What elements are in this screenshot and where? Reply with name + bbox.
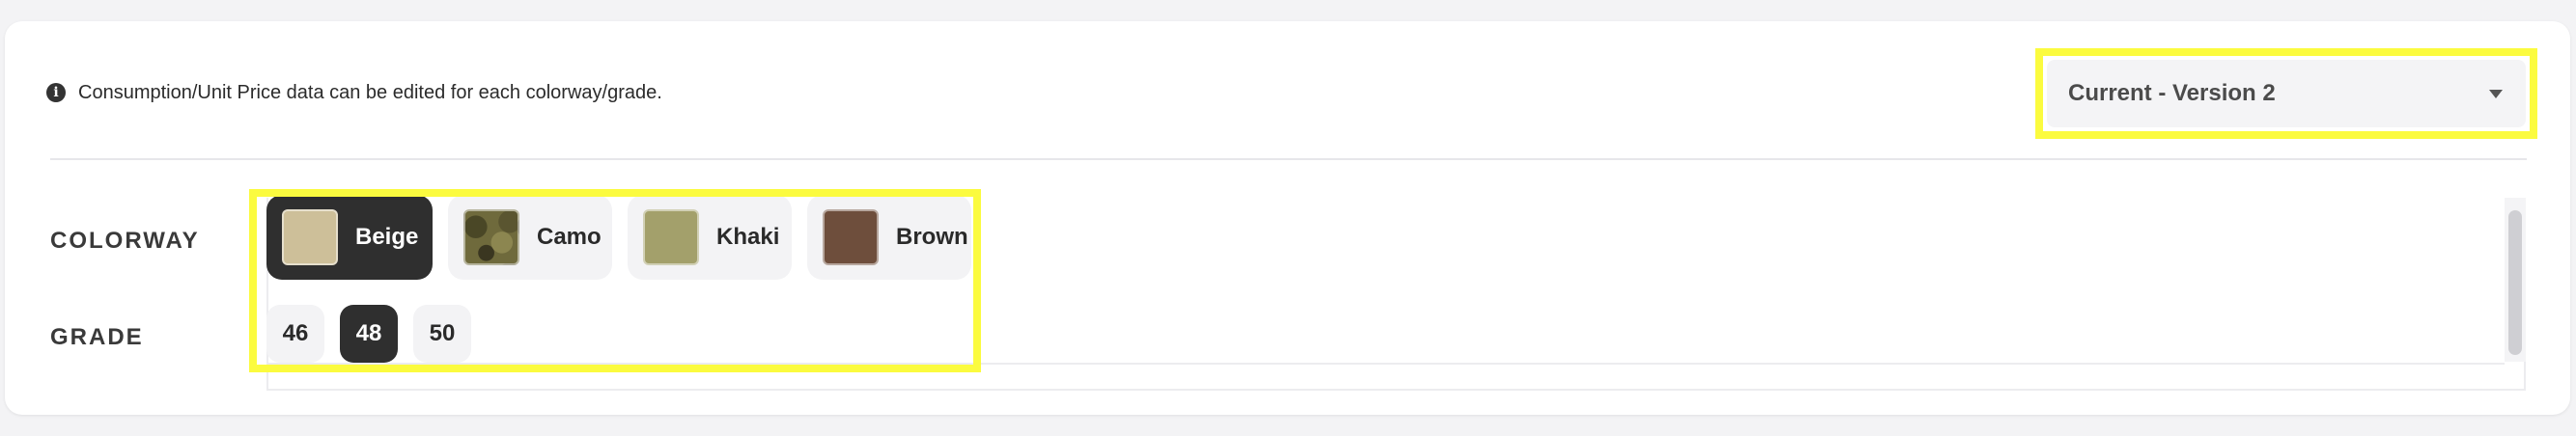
version-select-value: Current - Version 2 bbox=[2068, 80, 2276, 106]
version-select[interactable]: Current - Version 2 bbox=[2047, 60, 2526, 127]
info-icon: i bbox=[46, 83, 66, 102]
scrollbar-thumb[interactable] bbox=[2508, 210, 2522, 355]
colorway-label: COLORWAY bbox=[50, 228, 200, 254]
info-text: Consumption/Unit Price data can be edite… bbox=[78, 81, 662, 103]
grade-label: GRADE bbox=[50, 324, 144, 350]
divider bbox=[50, 158, 2527, 160]
selector-highlight bbox=[249, 189, 981, 372]
caret-down-icon bbox=[2489, 89, 2503, 98]
info-note: i Consumption/Unit Price data can be edi… bbox=[46, 73, 662, 112]
